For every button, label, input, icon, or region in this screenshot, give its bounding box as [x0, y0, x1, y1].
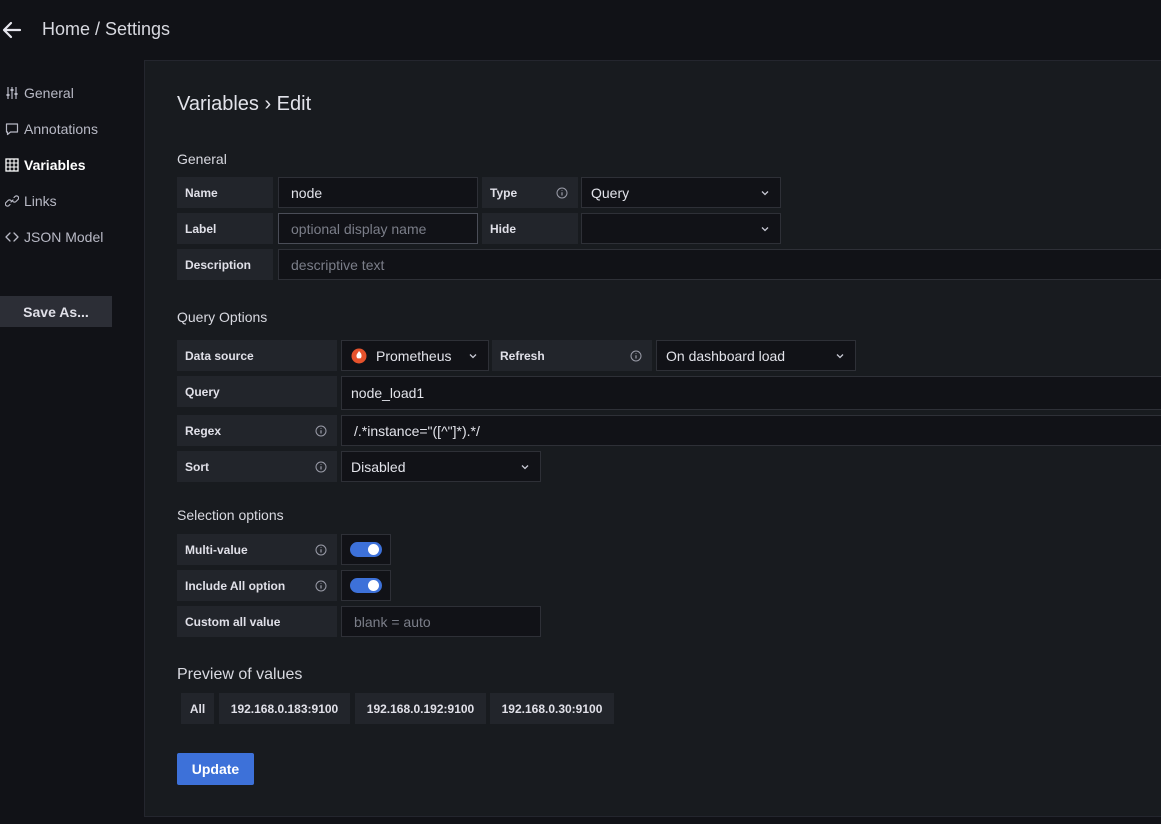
info-icon[interactable] — [556, 187, 568, 199]
include-all-label: Include All option — [177, 570, 337, 601]
sidebar-item-label: General — [24, 85, 74, 101]
multi-value-toggle-container — [341, 534, 391, 565]
sort-select[interactable]: Disabled — [341, 451, 541, 482]
query-input[interactable]: node_load1 — [341, 376, 1161, 410]
info-icon[interactable] — [315, 461, 327, 473]
breadcrumb: Home / Settings — [42, 19, 171, 39]
variable-editor-panel: Variables › Edit General Name node Type … — [144, 60, 1161, 817]
label-input[interactable]: optional display name — [278, 213, 478, 244]
sidebar-item-json-model[interactable]: JSON Model — [5, 219, 103, 255]
sidebar-item-links[interactable]: Links — [5, 183, 57, 219]
sidebar-item-general[interactable]: General — [5, 75, 74, 111]
include-all-toggle-container — [341, 570, 391, 601]
code-brackets-icon — [5, 232, 19, 242]
multi-value-label: Multi-value — [177, 534, 337, 565]
info-icon[interactable] — [630, 350, 642, 362]
section-heading-preview: Preview of values — [177, 666, 303, 683]
datasource-label: Data source — [177, 340, 337, 371]
top-bar: Home / Settings — [0, 0, 1161, 60]
comment-icon — [5, 123, 19, 136]
name-label: Name — [177, 177, 273, 208]
custom-all-input[interactable]: blank = auto — [341, 606, 541, 637]
sidebar-item-label: Links — [24, 193, 57, 209]
refresh-label: Refresh — [492, 340, 652, 371]
chevron-down-icon — [521, 464, 529, 469]
info-icon[interactable] — [315, 425, 327, 437]
regex-label: Regex — [177, 415, 337, 446]
regex-input[interactable]: /.*instance="([^"]*).*/ — [341, 415, 1161, 446]
sidebar-item-variables[interactable]: Variables — [5, 147, 86, 183]
sidebar-item-annotations[interactable]: Annotations — [5, 111, 98, 147]
preview-value-chip: All — [181, 693, 214, 724]
custom-all-label: Custom all value — [177, 606, 337, 637]
multi-value-toggle[interactable] — [350, 542, 382, 557]
hide-label: Hide — [482, 213, 578, 244]
chevron-down-icon — [469, 353, 477, 358]
sidebar-item-label: Variables — [24, 157, 86, 173]
chevron-down-icon — [761, 226, 769, 231]
description-input[interactable]: descriptive text — [278, 249, 1161, 280]
datasource-select[interactable]: Prometheus — [341, 340, 489, 371]
hide-select[interactable] — [581, 213, 781, 244]
arrow-left-icon[interactable] — [2, 20, 22, 40]
preview-value-chip: 192.168.0.30:9100 — [490, 693, 614, 724]
info-icon[interactable] — [315, 580, 327, 592]
sliders-icon — [6, 87, 18, 99]
query-label: Query — [177, 376, 337, 407]
chevron-down-icon — [836, 353, 844, 358]
update-button[interactable]: Update — [177, 753, 254, 785]
chevron-down-icon — [761, 190, 769, 195]
save-as-button[interactable]: Save As... — [0, 296, 112, 327]
prometheus-logo-icon — [351, 348, 367, 363]
refresh-select[interactable]: On dashboard load — [656, 340, 856, 371]
section-heading-query-options: Query Options — [177, 309, 268, 325]
preview-value-chip: 192.168.0.183:9100 — [219, 693, 350, 724]
section-heading-general: General — [177, 151, 227, 167]
name-input[interactable]: node — [278, 177, 478, 208]
info-icon[interactable] — [315, 544, 327, 556]
sidebar-item-label: JSON Model — [24, 229, 104, 245]
include-all-toggle[interactable] — [350, 578, 382, 593]
section-heading-selection-options: Selection options — [177, 507, 284, 523]
sidebar-item-label: Annotations — [24, 121, 98, 137]
description-label: Description — [177, 249, 273, 280]
table-icon — [5, 158, 19, 172]
type-label: Type — [482, 177, 578, 208]
sort-label: Sort — [177, 451, 337, 482]
link-icon — [5, 195, 19, 207]
preview-value-chip: 192.168.0.192:9100 — [355, 693, 486, 724]
type-select[interactable]: Query — [581, 177, 781, 208]
page-title: Variables › Edit — [177, 93, 312, 115]
label-label: Label — [177, 213, 273, 244]
